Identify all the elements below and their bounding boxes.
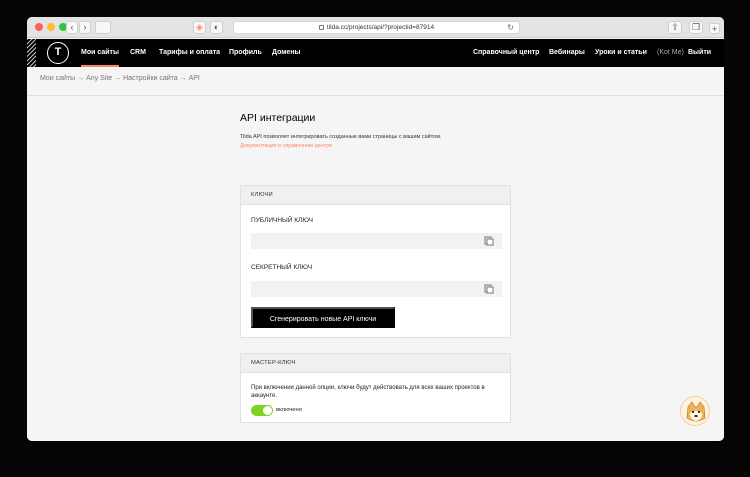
- lock-icon: [318, 25, 324, 30]
- sidebar-icon[interactable]: [95, 21, 111, 34]
- address-bar[interactable]: tilda.cc/projects/api/?projectid=87914 ↻: [233, 21, 520, 34]
- breadcrumb-api: API: [188, 75, 200, 82]
- breadcrumb-arrow: →: [114, 75, 122, 82]
- keys-panel: КЛЮЧИ ПУБЛИЧНЫЙ КЛЮЧ СЕКРЕТНЫЙ КЛЮЧ Сген…: [240, 185, 511, 338]
- keys-panel-header: КЛЮЧИ: [241, 186, 510, 205]
- master-key-toggle[interactable]: [251, 405, 273, 416]
- url-text: tilda.cc/projects/api/?projectid=87914: [326, 24, 435, 31]
- master-key-description: При включении данной опции, ключи будут …: [251, 385, 485, 399]
- close-window-button[interactable]: [35, 23, 43, 31]
- browser-chrome: ‹ › ◈ ◐ tilda.cc/projects/api/?projectid…: [27, 17, 724, 38]
- public-key-label: ПУБЛИЧНЫЙ КЛЮЧ: [251, 217, 313, 224]
- new-tab-icon[interactable]: +: [709, 23, 720, 34]
- decorative-pattern: [27, 39, 36, 67]
- page-content: Мои сайты → Any Site → Настройки сайта →…: [27, 67, 724, 441]
- breadcrumb: Мои сайты → Any Site → Настройки сайта →…: [40, 75, 200, 82]
- secret-key-field[interactable]: [251, 281, 502, 297]
- generate-api-keys-button[interactable]: Сгенерировать новые API ключи: [251, 307, 395, 328]
- breadcrumb-any-site[interactable]: Any Site: [86, 75, 112, 82]
- back-button[interactable]: ‹: [66, 21, 78, 34]
- shiba-icon: [686, 401, 706, 422]
- support-chat-avatar[interactable]: [680, 396, 710, 426]
- main-navbar: T Мои сайты CRM Тарифы и оплата Профиль …: [27, 39, 724, 67]
- copy-icon[interactable]: [484, 284, 494, 294]
- shield-icon[interactable]: ◈: [193, 21, 206, 34]
- toggle-knob: [263, 406, 272, 415]
- desktop: ‹ › ◈ ◐ tilda.cc/projects/api/?projectid…: [0, 0, 750, 477]
- nav-logout[interactable]: Выйти: [688, 39, 711, 67]
- nav-webinars[interactable]: Вебинары: [549, 39, 585, 67]
- breadcrumb-my-sites[interactable]: Мои сайты: [40, 75, 75, 82]
- secret-key-label: СЕКРЕТНЫЙ КЛЮЧ: [251, 264, 313, 271]
- nav-help-center[interactable]: Справочный центр: [473, 39, 539, 67]
- privacy-icon[interactable]: ◐: [210, 21, 223, 34]
- master-key-panel: МАСТЕР-КЛЮЧ При включении данной опции, …: [240, 353, 511, 423]
- tabs-icon[interactable]: ❐: [689, 21, 703, 34]
- nav-profile[interactable]: Профиль: [229, 39, 262, 67]
- page-title: API интеграции: [240, 112, 316, 124]
- page-description: Tilda API позволяет интегрировать создан…: [240, 134, 442, 140]
- breadcrumb-site-settings[interactable]: Настройки сайта: [123, 75, 178, 82]
- nav-user[interactable]: (Kot Me): [657, 39, 684, 67]
- breadcrumb-arrow: →: [179, 75, 187, 82]
- nav-crm[interactable]: CRM: [130, 39, 146, 67]
- minimize-window-button[interactable]: [47, 23, 55, 31]
- master-key-header: МАСТЕР-КЛЮЧ: [241, 354, 510, 373]
- divider: [27, 95, 724, 96]
- nav-domains[interactable]: Домены: [272, 39, 301, 67]
- api-section: API интеграции Tilda API позволяет интег…: [240, 112, 513, 149]
- public-key-field[interactable]: [251, 233, 502, 249]
- reload-icon[interactable]: ↻: [507, 22, 514, 33]
- nav-lessons[interactable]: Уроки и статьи: [595, 39, 647, 67]
- breadcrumb-arrow: →: [77, 75, 85, 82]
- share-icon[interactable]: ⇧: [668, 21, 682, 34]
- forward-button[interactable]: ›: [79, 21, 91, 34]
- toggle-label: включено: [276, 407, 302, 413]
- copy-icon[interactable]: [484, 236, 494, 246]
- nav-my-sites[interactable]: Мои сайты: [81, 39, 119, 67]
- tilda-logo[interactable]: T: [47, 42, 69, 64]
- nav-tariffs[interactable]: Тарифы и оплата: [159, 39, 220, 67]
- documentation-link[interactable]: Документация в справочном центре: [240, 143, 332, 149]
- browser-window: ‹ › ◈ ◐ tilda.cc/projects/api/?projectid…: [27, 17, 724, 441]
